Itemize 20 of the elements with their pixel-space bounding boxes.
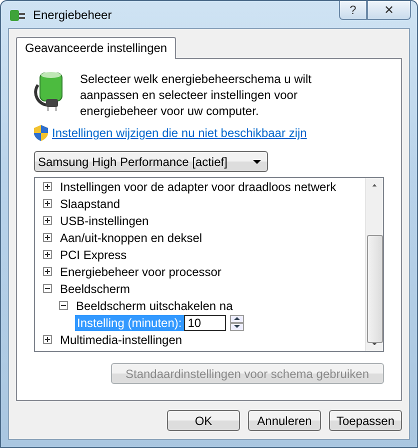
dialog-button[interactable]: OK <box>167 410 240 431</box>
minutes-field[interactable]: 10 <box>184 314 226 330</box>
dialog-button[interactable]: Annuleren <box>248 410 321 431</box>
tree-item[interactable]: Aan/uit-knoppen en deksel <box>58 230 204 246</box>
tree-item[interactable]: PCI Express <box>58 246 129 262</box>
tree-item[interactable]: Slaapstand <box>58 196 122 212</box>
tab[interactable]: Geavanceerde instellingen <box>16 37 176 59</box>
tree-item[interactable]: Multimedia-instellingen <box>58 332 184 348</box>
help-button[interactable]: ? <box>339 1 367 20</box>
intro-text: Selecteer welk energiebeheerschema u wilt aanpassen en selecteer instellingen voor energiebeheer voor uw computer. <box>80 71 312 119</box>
tree-item[interactable]: USB-instellingen <box>58 212 151 228</box>
change-settings-link[interactable]: Instellingen wijzigen die nu niet beschikbaar zijn <box>52 126 307 140</box>
tree-item[interactable]: Beeldscherm <box>58 280 132 296</box>
close-button[interactable]: ✕ <box>367 1 411 20</box>
plan-dropdown[interactable]: Samsung High Performance [actief] <box>34 151 268 172</box>
window-title: Energiebeheer <box>33 8 113 22</box>
tree-item[interactable]: Instellingen voor de adapter voor draadloos netwerk <box>58 178 338 194</box>
dialog-button[interactable]: Toepassen <box>329 410 402 431</box>
tree-item[interactable]: Energiebeheer voor processor <box>58 264 224 280</box>
tree-item[interactable]: Beeldscherm uitschakelen na <box>74 298 235 314</box>
